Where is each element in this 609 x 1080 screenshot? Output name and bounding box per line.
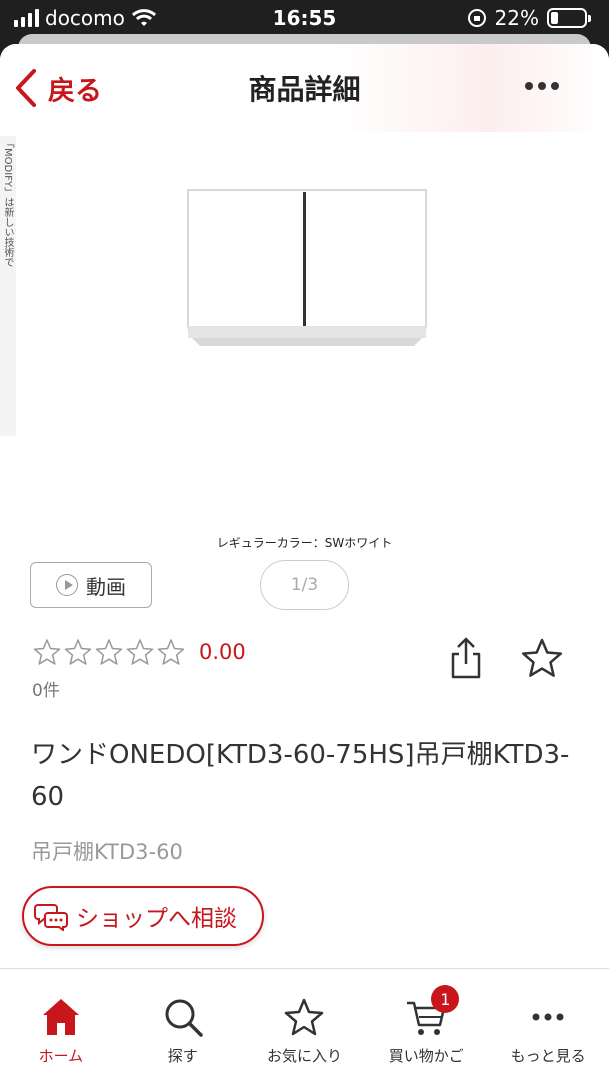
page-title: 商品詳細 — [248, 73, 361, 106]
rating-star-icon — [126, 639, 154, 665]
tab-cart[interactable]: 買い物かご 1 — [365, 969, 487, 1080]
search-icon — [165, 999, 203, 1037]
video-label: 動画 — [86, 574, 126, 599]
rating: 0.00 — [32, 637, 246, 667]
rating-stars — [32, 637, 187, 667]
tab-label: 探す — [167, 1047, 198, 1065]
more-icon — [532, 1013, 564, 1021]
rating-star-icon — [33, 639, 61, 665]
rating-star-icon — [64, 639, 92, 665]
home-icon — [42, 999, 79, 1035]
product-name: ワンドONEDO[KTD3-60-75HS]吊戸棚KTD3-60 — [31, 740, 570, 812]
consult-label: ショップへ相談 — [76, 906, 237, 932]
image-caption: レギュラーカラー：SWホワイト — [216, 536, 393, 550]
rating-score: 0.00 — [199, 640, 246, 664]
tab-more[interactable]: もっと見る — [487, 969, 609, 1080]
bottom-tab-bar: ホーム 探す お気に入り 買い物かご 1 もっと見る — [0, 968, 609, 1080]
navigation-bar: 戻る 商品詳細 — [0, 44, 609, 132]
dot-icon — [525, 82, 533, 90]
tab-label: お気に入り — [266, 1047, 342, 1065]
image-pager: 1/3 — [260, 560, 349, 610]
battery-fill — [551, 12, 558, 24]
star-icon — [285, 998, 324, 1036]
battery-icon — [547, 8, 591, 28]
tab-search[interactable]: 探す — [122, 969, 244, 1080]
dot-icon — [551, 82, 559, 90]
rating-star-icon — [95, 639, 123, 665]
product-subtitle: 吊戸棚KTD3-60 — [31, 840, 183, 864]
favorite-star-icon[interactable] — [520, 636, 564, 680]
cart-badge: 1 — [431, 985, 460, 1013]
product-image[interactable] — [186, 188, 428, 348]
play-icon — [56, 574, 78, 596]
rating-star-icon — [157, 639, 185, 665]
battery-group: 22% — [467, 6, 591, 30]
video-button[interactable]: 動画 — [30, 562, 152, 608]
tab-home[interactable]: ホーム — [0, 969, 122, 1080]
side-banner[interactable]: 「MODIFY」は新しい技術で — [0, 136, 16, 436]
share-icon[interactable] — [448, 636, 484, 680]
status-bar: docomo 16:55 22% — [0, 0, 609, 38]
rotation-lock-icon — [467, 9, 486, 27]
side-banner-text: 「MODIFY」は新しい技術で — [2, 138, 13, 268]
battery-percent: 22% — [494, 6, 539, 30]
more-options-button[interactable] — [525, 82, 559, 90]
product-detail-sheet: 戻る 商品詳細 「MODIFY」は新しい技術で レギュラーカラー：SWホワイト … — [0, 44, 609, 1080]
dot-icon — [538, 82, 546, 90]
chat-bubbles-icon — [34, 904, 68, 931]
tab-label: 買い物かご — [388, 1047, 464, 1065]
consult-shop-button[interactable]: ショップへ相談 — [22, 886, 264, 946]
review-count[interactable]: 0件 — [32, 676, 60, 701]
tab-favorites[interactable]: お気に入り — [244, 969, 366, 1080]
tab-label: ホーム — [38, 1047, 84, 1065]
tab-label: もっと見る — [510, 1047, 586, 1065]
